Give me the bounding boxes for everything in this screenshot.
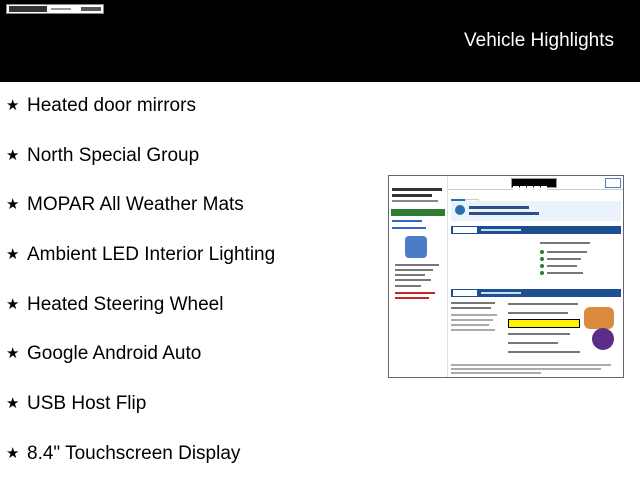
highlight-row	[508, 319, 580, 328]
carfax-report-thumbnail[interactable]	[388, 175, 624, 378]
feature-list: ★ Heated door mirrors ★ North Special Grou…	[6, 94, 275, 492]
feature-label: Google Android Auto	[27, 343, 202, 365]
report-sidebar	[389, 176, 448, 377]
report-main	[448, 176, 623, 377]
carfax-logo-icon	[511, 178, 557, 192]
list-item: ★ North Special Group	[6, 144, 275, 194]
list-item: ★ 8.4" Touchscreen Display	[6, 442, 275, 492]
list-item: ★ Google Android Auto	[6, 342, 275, 392]
carfax-fox-icon	[584, 307, 614, 329]
star-icon: ★	[6, 295, 20, 313]
list-item: ★ MOPAR All Weather Mats	[6, 193, 275, 243]
report-banner	[451, 201, 621, 221]
header-bar: Vehicle Highlights	[0, 0, 640, 82]
feature-label: North Special Group	[27, 144, 200, 166]
report-green-tab	[391, 209, 445, 216]
dealer-logo-icon	[6, 4, 104, 14]
feature-label: MOPAR All Weather Mats	[27, 194, 244, 216]
star-icon: ★	[6, 146, 20, 164]
list-item: ★ Heated Steering Wheel	[6, 293, 275, 343]
star-icon: ★	[6, 246, 20, 264]
list-item: ★ USB Host Flip	[6, 392, 275, 442]
report-section-bar	[451, 289, 621, 297]
feature-label: USB Host Flip	[27, 393, 147, 415]
star-icon: ★	[6, 97, 20, 114]
star-icon: ★	[6, 395, 20, 413]
feature-label: 8.4" Touchscreen Display	[27, 442, 241, 464]
feature-label: Ambient LED Interior Lighting	[27, 244, 276, 266]
great-value-badge-icon	[592, 328, 614, 350]
star-icon: ★	[6, 196, 20, 214]
one-owner-badge-icon	[405, 236, 427, 258]
star-icon: ★	[6, 444, 20, 462]
list-item: ★ Ambient LED Interior Lighting	[6, 243, 275, 293]
page-title: Vehicle Highlights	[464, 30, 614, 51]
feature-label: Heated door mirrors	[27, 95, 196, 116]
list-item: ★ Heated door mirrors	[6, 94, 275, 144]
feature-label: Heated Steering Wheel	[27, 293, 224, 315]
report-section-bar	[451, 226, 621, 234]
star-icon: ★	[6, 345, 20, 363]
